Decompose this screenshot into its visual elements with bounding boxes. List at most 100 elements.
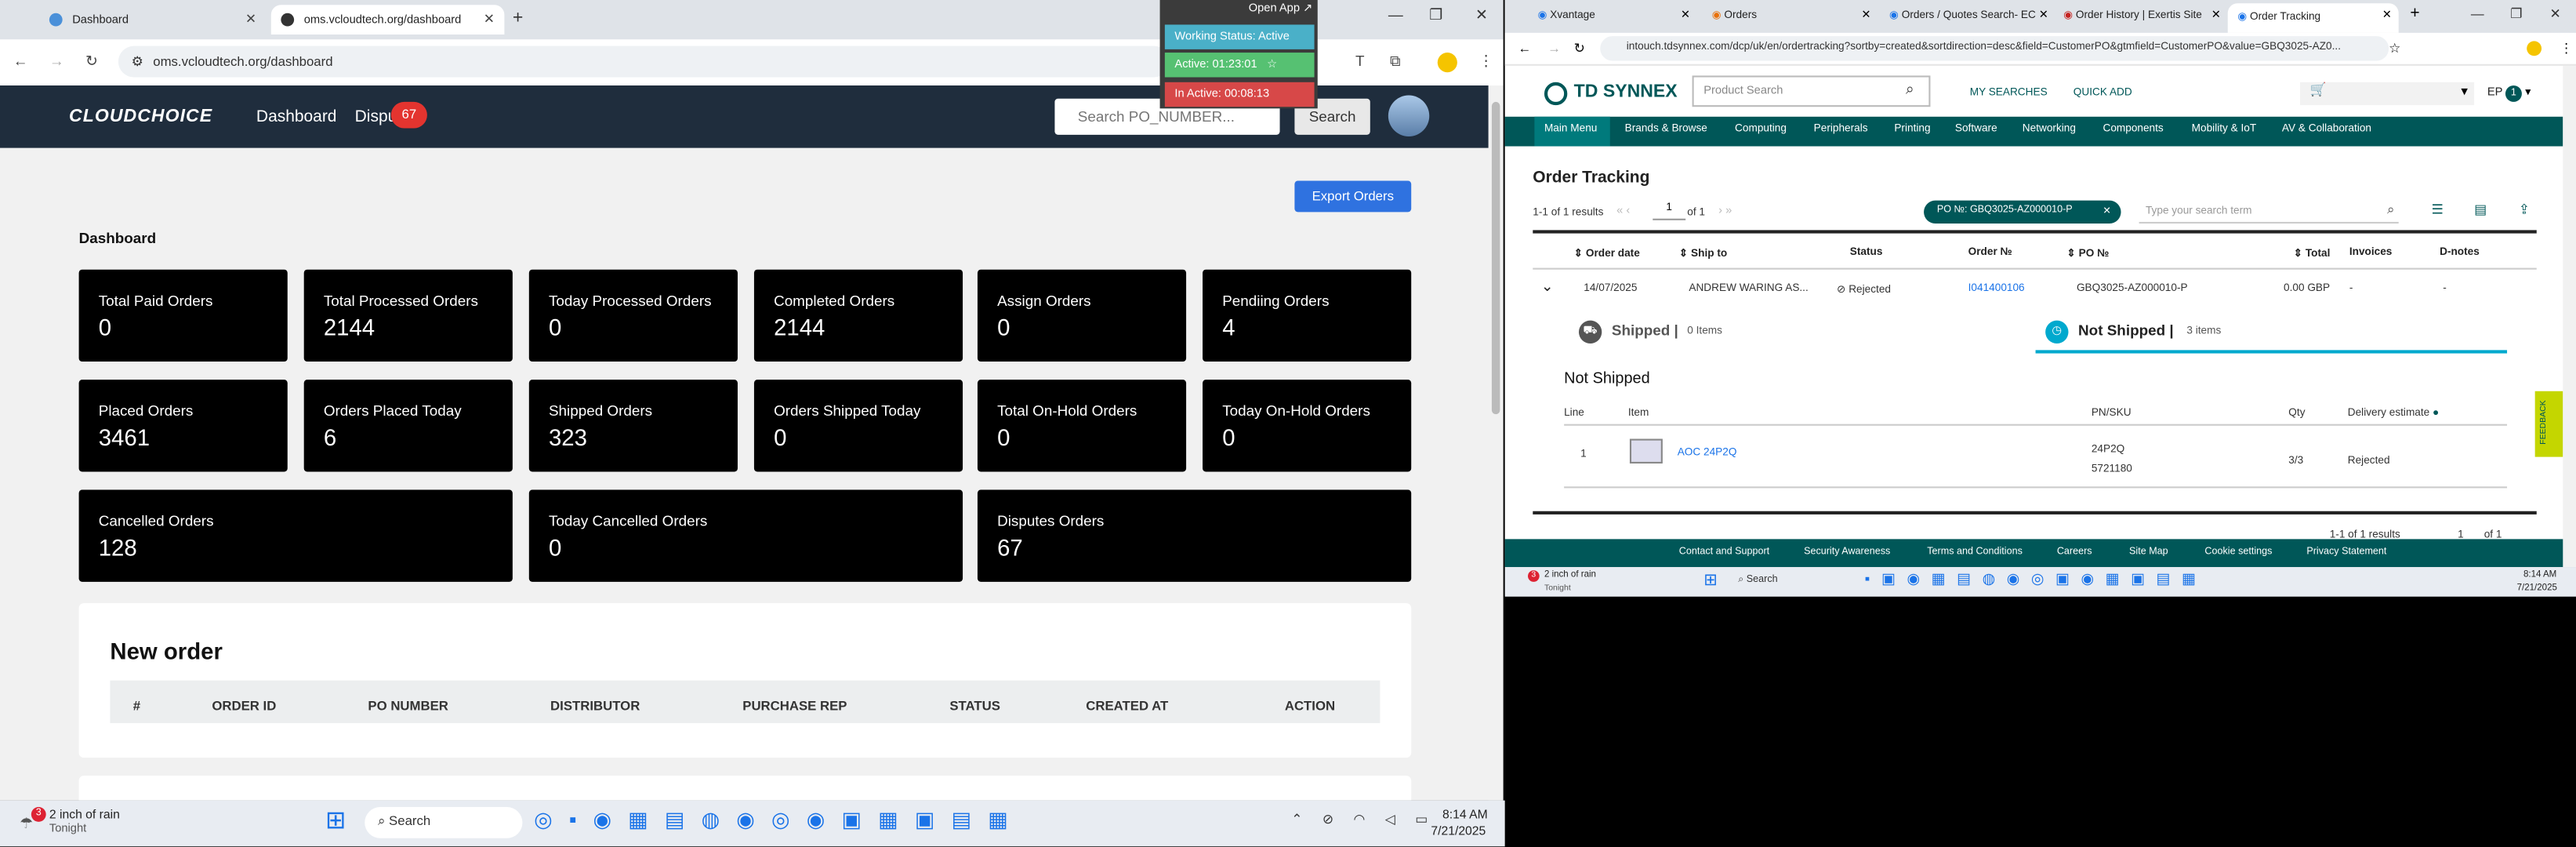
col-po-no[interactable]: ⇕ PO № bbox=[2066, 246, 2109, 260]
footer-careers[interactable]: Careers bbox=[2057, 547, 2092, 558]
nav-software[interactable]: Software bbox=[1955, 123, 1997, 135]
footer-security[interactable]: Security Awareness bbox=[1804, 547, 1890, 558]
taskbar-time[interactable]: 8:14 AM bbox=[1442, 807, 1488, 822]
profile-icon[interactable] bbox=[2527, 41, 2542, 56]
nav-dashboard[interactable]: Dashboard bbox=[256, 108, 337, 126]
taskbar-apps[interactable]: ▪▣◉▦▤◍◉◎▣◉▦▣▤▦ bbox=[1865, 570, 2208, 588]
open-app-link[interactable]: Open App ↗ bbox=[1249, 2, 1313, 15]
tab-dashboard[interactable]: Dashboard ✕ bbox=[39, 5, 266, 35]
profile-icon[interactable] bbox=[1437, 53, 1457, 73]
nav-computing[interactable]: Computing bbox=[1735, 123, 1787, 135]
star-icon[interactable]: ☆ bbox=[1267, 59, 1277, 71]
shipped-tab[interactable]: ⛟ Shipped | 0 Items bbox=[1576, 317, 2036, 353]
taskbar-date[interactable]: 7/21/2025 bbox=[2517, 583, 2557, 594]
taskbar-search[interactable]: ⌕ Search bbox=[1738, 575, 1777, 587]
restore-icon[interactable]: ❐ bbox=[1429, 6, 1442, 24]
stat-card[interactable]: Total Paid Orders 0 bbox=[78, 269, 288, 362]
ns-item-link[interactable]: AOC 24P2Q bbox=[1678, 447, 1737, 459]
close-icon[interactable]: ✕ bbox=[2039, 8, 2048, 22]
menu-icon[interactable]: ⋮ bbox=[2560, 41, 2573, 56]
close-icon[interactable]: ✕ bbox=[2382, 8, 2392, 22]
footer-terms[interactable]: Terms and Conditions bbox=[1927, 547, 2023, 558]
restore-icon[interactable]: ❐ bbox=[2510, 6, 2522, 21]
start-icon[interactable]: ⊞ bbox=[325, 805, 346, 835]
tab-order-tracking[interactable]: ◉ Order Tracking bbox=[2227, 3, 2399, 33]
tab-orders-quotes[interactable]: ◉ Orders / Quotes Search- EC bbox=[1889, 8, 2036, 22]
scrollbar-thumb[interactable] bbox=[1491, 101, 1500, 415]
tab-order-history[interactable]: ◉ Order History | Exertis Site bbox=[2063, 8, 2202, 22]
system-tray[interactable]: ⌃ ⊘ ◠ ◁ ▭ bbox=[1291, 812, 1435, 827]
filter-settings-icon[interactable]: ☰ bbox=[2432, 202, 2444, 217]
stat-card[interactable]: Total On-Hold Orders 0 bbox=[977, 380, 1187, 472]
stat-card[interactable]: Assign Orders 0 bbox=[977, 269, 1187, 362]
tab-oms-dashboard[interactable]: oms.vcloudtech.org/dashboard ✕ bbox=[270, 5, 505, 35]
forward-icon[interactable]: → bbox=[49, 53, 64, 69]
my-searches-link[interactable]: MY SEARCHES bbox=[1970, 87, 2048, 99]
expand-row-toggle[interactable]: ⌄ bbox=[1541, 278, 1554, 296]
tds-logo[interactable]: TD SYNNEX bbox=[1574, 82, 1678, 102]
taskbar-apps[interactable]: ◎▪◉▦▤◍◉◎◉▣▦▣▤▦ bbox=[534, 807, 1025, 834]
star-icon[interactable]: ☆ bbox=[2389, 41, 2400, 56]
nav-networking[interactable]: Networking bbox=[2023, 123, 2076, 135]
pagination-next[interactable]: › » bbox=[1718, 205, 1732, 217]
close-icon[interactable]: ✕ bbox=[1681, 8, 1690, 22]
info-icon[interactable]: ● bbox=[2433, 408, 2439, 420]
nav-components[interactable]: Components bbox=[2103, 123, 2163, 135]
stat-card[interactable]: Total Processed Orders 2144 bbox=[303, 269, 513, 362]
stat-card[interactable]: Completed Orders 2144 bbox=[753, 269, 963, 362]
quick-add-link[interactable]: QUICK ADD bbox=[2073, 87, 2132, 99]
footer-cookies[interactable]: Cookie settings bbox=[2204, 547, 2272, 558]
footer-contact[interactable]: Contact and Support bbox=[1679, 547, 1769, 558]
stat-card[interactable]: Disputes Orders 67 bbox=[977, 489, 1412, 582]
reload-icon[interactable]: ↻ bbox=[1574, 41, 1585, 56]
start-icon[interactable]: ⊞ bbox=[1703, 572, 1718, 590]
col-ship-to[interactable]: ⇕ Ship to bbox=[1679, 246, 1727, 260]
nav-peripherals[interactable]: Peripherals bbox=[1814, 123, 1868, 135]
stat-card[interactable]: Today Cancelled Orders 0 bbox=[528, 489, 963, 582]
address-bar[interactable]: ⚙ oms.vcloudtech.org/dashboard bbox=[118, 45, 1170, 78]
stat-card[interactable]: Placed Orders 3461 bbox=[78, 380, 288, 472]
minimize-icon[interactable]: — bbox=[1388, 6, 1403, 23]
close-icon[interactable]: ✕ bbox=[2103, 205, 2111, 217]
minimize-icon[interactable]: — bbox=[2471, 6, 2484, 21]
search-term-input[interactable]: Type your search term bbox=[2139, 201, 2399, 224]
not-shipped-tab[interactable]: ◷ Not Shipped | 3 items bbox=[2035, 317, 2508, 354]
back-icon[interactable]: ← bbox=[13, 53, 28, 69]
footer-privacy[interactable]: Privacy Statement bbox=[2306, 547, 2386, 558]
new-tab-button[interactable]: + bbox=[513, 8, 523, 27]
menu-icon[interactable]: ⋮ bbox=[1478, 53, 1493, 71]
po-filter-chip[interactable]: PO №: GBQ3025-AZ000010-P ✕ bbox=[1924, 200, 2121, 224]
weather-text[interactable]: 2 inch of rain bbox=[49, 807, 120, 822]
forward-icon[interactable]: → bbox=[1547, 41, 1561, 56]
nav-brands[interactable]: Brands & Browse bbox=[1625, 123, 1707, 135]
pagination-prev[interactable]: « ‹ bbox=[1616, 205, 1630, 217]
export-orders-button[interactable]: Export Orders bbox=[1294, 180, 1412, 213]
avatar[interactable] bbox=[1388, 95, 1430, 136]
page-input[interactable]: 1 bbox=[1653, 202, 1686, 220]
taskbar-time[interactable]: 8:14 AM bbox=[2523, 570, 2556, 580]
close-icon[interactable]: ✕ bbox=[1861, 8, 1870, 22]
back-icon[interactable]: ← bbox=[1518, 41, 1531, 56]
chevron-down-icon[interactable]: ▾ bbox=[2525, 85, 2531, 99]
monitor-thumbnail[interactable] bbox=[1629, 438, 1663, 463]
stat-card[interactable]: Cancelled Orders 128 bbox=[78, 489, 513, 582]
search-icon[interactable]: ⌕ bbox=[1906, 81, 1914, 99]
address-bar[interactable]: intouch.tdsynnex.com/dcp/uk/en/ordertrac… bbox=[1600, 36, 2389, 61]
order-number-link[interactable]: I041400106 bbox=[1968, 282, 2025, 294]
nav-mobility[interactable]: Mobility & IoT bbox=[2192, 123, 2257, 135]
toolbar-icon[interactable]: T bbox=[1355, 53, 1365, 69]
stat-card[interactable]: Today Processed Orders 0 bbox=[528, 269, 738, 362]
close-icon[interactable]: ✕ bbox=[484, 12, 495, 27]
new-tab-button[interactable]: + bbox=[2410, 5, 2419, 23]
close-window-icon[interactable]: ✕ bbox=[1475, 6, 1488, 24]
taskbar-search[interactable]: ⌕ Search bbox=[365, 806, 523, 838]
nav-printing[interactable]: Printing bbox=[1894, 123, 1930, 135]
tab-xvantage[interactable]: ◉ Xvantage bbox=[1538, 8, 1595, 22]
stat-card[interactable]: Today On-Hold Orders 0 bbox=[1203, 380, 1412, 472]
tab-orders[interactable]: ◉ Orders bbox=[1712, 8, 1757, 22]
cart-dropdown[interactable]: 🛒 ▾ bbox=[2299, 82, 2475, 106]
search-icon[interactable]: ⌕ bbox=[2387, 202, 2394, 219]
stat-card[interactable]: Orders Placed Today 6 bbox=[303, 380, 513, 472]
stat-card[interactable]: Shipped Orders 323 bbox=[528, 380, 738, 472]
close-icon[interactable]: ✕ bbox=[2211, 8, 2221, 22]
